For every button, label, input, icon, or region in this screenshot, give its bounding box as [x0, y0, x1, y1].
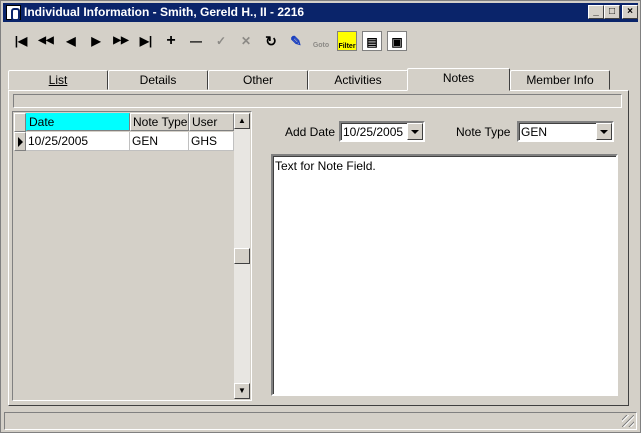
cancel-edit-icon[interactable]: ✕ [236, 31, 256, 51]
last-record-icon[interactable]: ▶| [136, 31, 156, 51]
tab-details-label: Details [139, 73, 177, 87]
notes-tab-panel: Date Note Type User 10/25/2005 GEN GHS ▲… [8, 90, 629, 406]
grid-content: Date Note Type User 10/25/2005 GEN GHS [14, 113, 234, 399]
status-bar [4, 412, 637, 430]
tab-member-info-label: Member Info [526, 73, 594, 87]
tab-activities-label: Activities [334, 73, 382, 87]
next-page-icon[interactable]: ▶▶ [111, 31, 131, 51]
minimize-button[interactable]: _ [588, 5, 604, 19]
tab-activities[interactable]: Activities [308, 70, 408, 90]
filter-icon[interactable]: Filter [337, 31, 357, 51]
grid-corner [14, 113, 26, 132]
note-type-value: GEN [521, 125, 548, 139]
save-record-icon[interactable]: ✓ [211, 31, 231, 51]
note-type-dropdown[interactable]: GEN [517, 121, 614, 142]
close-button[interactable]: × [622, 5, 638, 19]
add-record-icon[interactable]: + [161, 31, 181, 51]
row-indicator-icon[interactable] [14, 132, 26, 151]
tab-notes-label: Notes [442, 71, 475, 85]
first-record-icon[interactable]: |◀ [11, 31, 31, 51]
grid-header-note-type[interactable]: Note Type [130, 113, 189, 131]
previous-page-icon[interactable]: ◀◀ [36, 31, 56, 51]
window-title: Individual Information - Smith, Gereld H… [24, 5, 305, 19]
table-row-note-type[interactable]: GEN [130, 132, 189, 151]
maximize-button[interactable]: □ [604, 5, 620, 19]
delete-record-icon[interactable]: — [186, 31, 206, 51]
toolbar: |◀ ◀◀ ◀ ▶ ▶▶ ▶| + — ✓ ✕ ↻ ✎ Goto Filter … [3, 26, 638, 56]
tab-strip: List Details Other Activities Notes Memb… [8, 68, 628, 91]
title-bar[interactable]: Individual Information - Smith, Gereld H… [3, 3, 638, 22]
panel-strip [13, 94, 622, 108]
print-preview-icon[interactable]: ▤ [362, 31, 382, 51]
grid-header-user[interactable]: User [189, 113, 234, 131]
chevron-down-icon[interactable] [407, 123, 423, 140]
chevron-down-icon[interactable] [596, 123, 612, 140]
table-row-date[interactable]: 10/25/2005 [26, 132, 130, 151]
add-date-label: Add Date [285, 125, 336, 139]
refresh-icon[interactable]: ↻ [261, 31, 281, 51]
goto-icon[interactable]: Goto [311, 31, 331, 51]
notes-grid[interactable]: Date Note Type User 10/25/2005 GEN GHS ▲… [12, 111, 252, 401]
app-icon[interactable] [6, 5, 21, 21]
tab-member-info[interactable]: Member Info [510, 70, 610, 90]
print-icon[interactable]: ▣ [387, 31, 407, 51]
note-text-field[interactable]: Text for Note Field. [271, 154, 618, 396]
find-icon[interactable]: ✎ [286, 31, 306, 51]
grid-header-date[interactable]: Date [26, 113, 130, 131]
tab-notes[interactable]: Notes [407, 68, 510, 91]
tab-other[interactable]: Other [208, 70, 308, 90]
grid-vertical-scrollbar[interactable]: ▲ ▼ [234, 113, 250, 399]
scroll-down-icon[interactable]: ▼ [234, 383, 250, 399]
individual-information-window: Individual Information - Smith, Gereld H… [0, 0, 641, 433]
next-record-icon[interactable]: ▶ [86, 31, 106, 51]
add-date-dropdown[interactable]: 10/25/2005 [339, 121, 425, 142]
add-date-value: 10/25/2005 [343, 125, 404, 139]
resize-grip-icon[interactable] [622, 415, 634, 427]
table-row-user[interactable]: GHS [189, 132, 234, 151]
tab-details[interactable]: Details [108, 70, 208, 90]
tab-list[interactable]: List [8, 70, 108, 90]
note-type-label: Note Type [456, 125, 511, 139]
tab-other-label: Other [242, 73, 273, 87]
previous-record-icon[interactable]: ◀ [61, 31, 81, 51]
scroll-thumb[interactable] [234, 248, 250, 264]
tab-list-label: List [48, 73, 68, 87]
scroll-up-icon[interactable]: ▲ [234, 113, 250, 129]
